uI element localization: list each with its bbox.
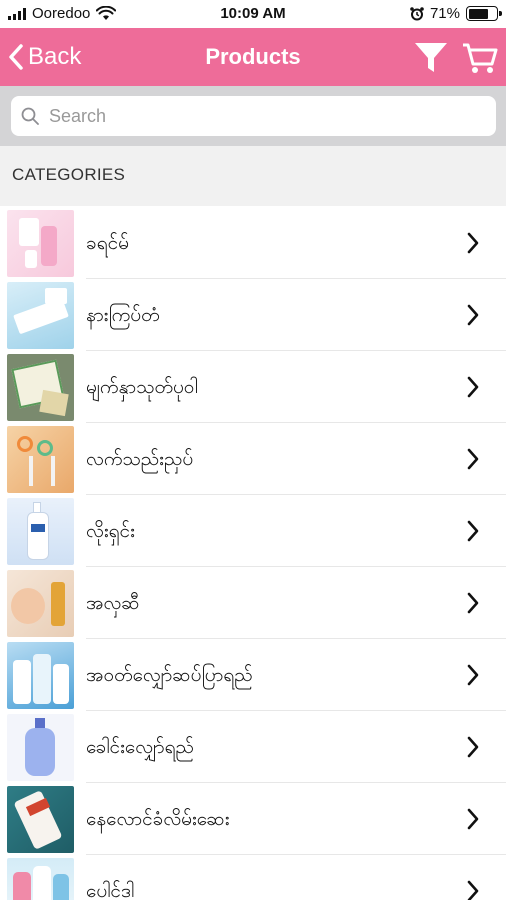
category-row-face-towel[interactable]: မျက်နှာသုတ်ပုဝါ <box>0 351 506 423</box>
chevron-right-icon <box>467 232 479 254</box>
category-label: ခေါင်းလျှော်ရည် <box>86 736 194 758</box>
chevron-right-icon <box>467 880 479 900</box>
categories-heading: CATEGORIES <box>12 165 126 184</box>
beauty-oil-product-image <box>7 570 74 637</box>
chevron-right-icon <box>467 520 479 542</box>
chevron-right-icon <box>467 376 479 398</box>
category-row-laundry-detergent[interactable]: အဝတ်လျှော်ဆပ်ပြာရည် <box>0 639 506 711</box>
category-label: လက်သည်းညှပ် <box>86 448 194 470</box>
nail-clipper-product-image <box>7 426 74 493</box>
category-row-shampoo[interactable]: ခေါင်းလျှော်ရည် <box>0 711 506 783</box>
battery-percent: 71% <box>429 5 460 22</box>
back-label: Back <box>28 43 82 70</box>
powder-product-image <box>7 858 74 900</box>
categories-header: CATEGORIES <box>0 146 506 206</box>
category-row-lotion[interactable]: လိုးရှင်း <box>0 495 506 567</box>
category-label: မျက်နှာသုတ်ပုဝါ <box>86 376 198 398</box>
category-label: ခရင်မ် <box>86 232 129 254</box>
category-row-powder[interactable]: ပေါင်ဒါ <box>0 855 506 900</box>
category-label: အဝတ်လျှော်ဆပ်ပြာရည် <box>86 664 253 686</box>
category-label: လိုးရှင်း <box>86 520 135 542</box>
chevron-left-icon <box>9 44 23 70</box>
navigation-bar: Back Products <box>0 28 506 86</box>
chevron-right-icon <box>467 736 479 758</box>
search-icon <box>21 107 39 125</box>
chevron-right-icon <box>467 808 479 830</box>
chevron-right-icon <box>467 448 479 470</box>
chevron-right-icon <box>467 304 479 326</box>
search-field[interactable] <box>11 96 496 136</box>
filter-icon[interactable] <box>412 40 450 76</box>
laundry-detergent-product-image <box>7 642 74 709</box>
category-row-ear-buds[interactable]: နားကြပ်တံ <box>0 279 506 351</box>
ear-buds-product-image <box>7 282 74 349</box>
alarm-icon <box>410 6 424 20</box>
category-label: နားကြပ်တံ <box>86 304 160 326</box>
search-bar-container <box>0 86 506 146</box>
category-label: ပေါင်ဒါ <box>86 880 135 900</box>
category-label: နေလောင်ခံလိမ်းဆေး <box>86 808 230 830</box>
category-row-nail-clipper[interactable]: လက်သည်းညှပ် <box>0 423 506 495</box>
cart-icon[interactable] <box>461 40 499 76</box>
category-row-cream[interactable]: ခရင်မ် <box>0 207 506 279</box>
category-label: အလှဆီ <box>86 592 140 614</box>
category-row-sunscreen[interactable]: နေလောင်ခံလိမ်းဆေး <box>0 783 506 855</box>
category-list: ခရင်မ် နားကြပ်တံ မျက်နှာသုတ်ပုဝါ လက်သည်း… <box>0 207 506 900</box>
back-button[interactable]: Back <box>8 28 81 86</box>
status-right: 71% <box>410 5 502 22</box>
face-towel-product-image <box>7 354 74 421</box>
status-bar: Ooredoo 10:09 AM 71% <box>0 0 506 28</box>
shampoo-product-image <box>7 714 74 781</box>
cream-product-image <box>7 210 74 277</box>
chevron-right-icon <box>467 592 479 614</box>
chevron-right-icon <box>467 664 479 686</box>
sunscreen-product-image <box>7 786 74 853</box>
lotion-product-image <box>7 498 74 565</box>
battery-icon <box>466 6 502 21</box>
category-row-beauty-oil[interactable]: အလှဆီ <box>0 567 506 639</box>
search-input[interactable] <box>49 105 469 127</box>
